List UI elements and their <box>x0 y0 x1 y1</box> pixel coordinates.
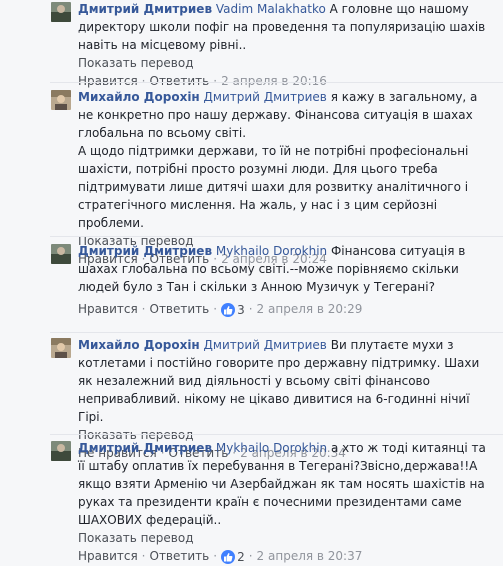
comment-item: Михайло Дорохін Дмитрий Дмитриев я кажу … <box>0 86 503 266</box>
comment-author-name[interactable]: Дмитрий Дмитриев <box>78 244 212 258</box>
mentioned-user[interactable]: Mykhailo Dorokhin <box>216 244 327 258</box>
comment-item: Михайло Дорохін Дмитрий Дмитриев Ви плут… <box>0 334 503 460</box>
separator-dot: · <box>213 302 218 316</box>
comment-item: Дмитрий Дмитриев Mykhailo Dorokhin а хто… <box>0 437 503 564</box>
separator-dot: · <box>141 549 146 563</box>
comment-actions: Нравится · Ответить · 2 · 2 апреля в 20:37 <box>78 547 495 566</box>
separator-dot: · <box>213 549 218 563</box>
comment-timestamp[interactable]: 2 апреля в 20:37 <box>257 549 363 563</box>
reaction-summary[interactable]: 2 <box>221 548 245 566</box>
like-button[interactable]: Нравится <box>78 302 138 316</box>
thumbs-up-icon <box>221 302 236 317</box>
mentioned-user[interactable]: Дмитрий Дмитриев <box>204 338 327 352</box>
comment-text: я кажу в загальному, а не конкретно про … <box>78 90 478 230</box>
avatar[interactable] <box>51 338 71 358</box>
reply-button[interactable]: Ответить <box>150 302 210 316</box>
separator-dot: · <box>248 302 253 316</box>
divider <box>50 236 503 237</box>
avatar[interactable] <box>51 2 71 22</box>
avatar[interactable] <box>51 441 71 461</box>
avatar[interactable] <box>51 90 71 110</box>
separator-dot: · <box>141 302 146 316</box>
comment-author-name[interactable]: Михайло Дорохін <box>78 338 200 352</box>
reply-button[interactable]: Ответить <box>150 549 210 563</box>
comment-item: Дмитрий Дмитриев Mykhailo Dorokhin Фінан… <box>0 240 503 332</box>
divider <box>50 332 503 333</box>
comment-actions: Нравится · Ответить · 3 · 2 апреля в 20:29 <box>78 300 495 319</box>
separator-dot: · <box>248 549 253 563</box>
mentioned-user[interactable]: Mykhailo Dorokhin <box>216 441 327 455</box>
mentioned-user[interactable]: Vadim Malakhatko <box>216 2 326 16</box>
reaction-summary[interactable]: 3 <box>221 301 245 319</box>
like-button[interactable]: Нравится <box>78 549 138 563</box>
comment-author-name[interactable]: Дмитрий Дмитриев <box>78 2 212 16</box>
show-translation-link[interactable]: Показать перевод <box>78 529 495 547</box>
avatar[interactable] <box>51 244 71 264</box>
comment-author-name[interactable]: Дмитрий Дмитриев <box>78 441 212 455</box>
comment-timestamp[interactable]: 2 апреля в 20:29 <box>257 302 363 316</box>
mentioned-user[interactable]: Дмитрий Дмитриев <box>204 90 327 104</box>
thumbs-up-icon <box>221 549 236 564</box>
divider <box>50 434 503 435</box>
divider <box>50 82 503 83</box>
show-translation-link[interactable]: Показать перевод <box>78 54 495 72</box>
comment-item: Дмитрий Дмитриев Vadim Malakhatko А голо… <box>0 0 503 88</box>
reaction-count: 2 <box>237 549 245 564</box>
reaction-count: 3 <box>237 302 245 317</box>
comment-author-name[interactable]: Михайло Дорохін <box>78 90 200 104</box>
